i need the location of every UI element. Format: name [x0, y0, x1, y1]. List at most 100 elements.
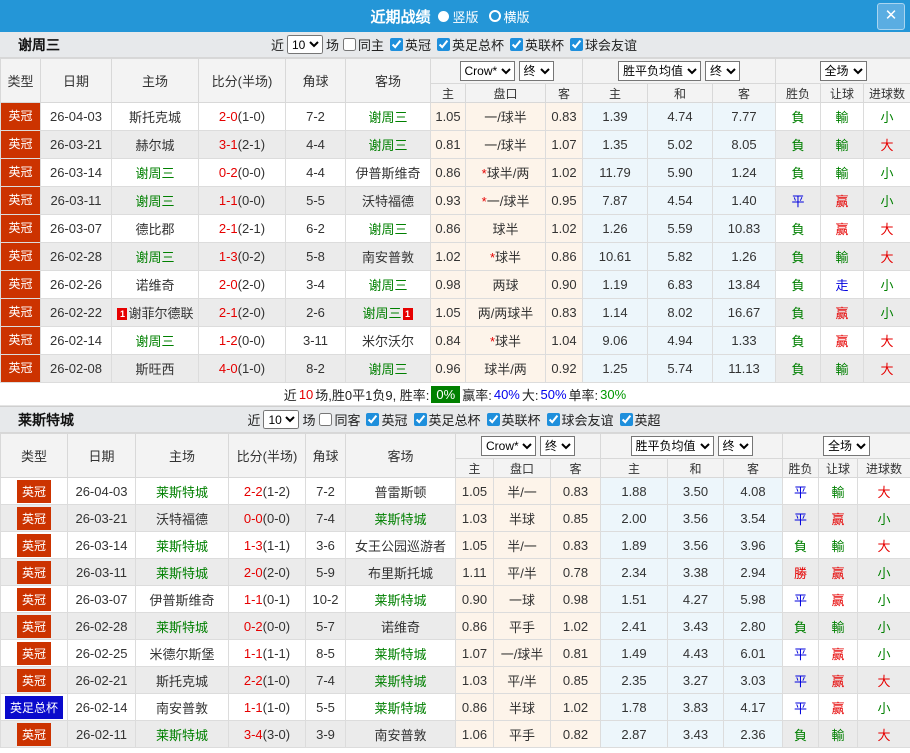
home-odds-cell: 0.86: [455, 612, 494, 640]
league-checkbox[interactable]: [546, 413, 560, 426]
away-team-cell: 谢周三: [345, 214, 431, 243]
league-checkbox[interactable]: [510, 38, 524, 51]
layout-radio-vertical[interactable]: 竖版: [438, 7, 479, 26]
league-checkbox[interactable]: [413, 413, 427, 426]
date-cell: 26-02-14: [40, 326, 112, 355]
date-cell: 26-03-21: [40, 130, 112, 159]
handicap-result-cell: 輸: [820, 158, 865, 187]
away-team-cell: 谢周三 1: [345, 298, 431, 327]
home-odds-cell: 1.05: [455, 477, 494, 505]
away-team-name: 谢周三: [368, 278, 408, 293]
halftime-score: (0-0): [237, 333, 266, 348]
league-checkbox[interactable]: [437, 38, 450, 51]
score-cell: 3-1(2-1): [198, 130, 286, 159]
match-count-select[interactable]: 10: [263, 410, 300, 429]
away-team-cell: 沃特福德: [345, 186, 431, 215]
handicap-text: 球半: [492, 222, 519, 237]
col-header-corner: 角球: [285, 58, 346, 103]
near-label: 近: [247, 413, 261, 428]
mean-select[interactable]: 胜平负均值: [618, 61, 701, 81]
league-filters: 英冠 英足总杯 英联杯 球会友谊: [386, 35, 639, 54]
handicap-cell: 半球: [493, 504, 551, 532]
away-team-name: 莱斯特城: [374, 700, 427, 716]
match-row: 英冠 26-03-11 谢周三 1-1(0-0) 5-5 沃特福德 0.93 *一/球半 0.9…: [0, 186, 910, 215]
handicap-cell: *一/球半: [465, 186, 546, 215]
league-checkbox[interactable]: [366, 413, 380, 426]
home-team-name: 谢周三: [135, 334, 175, 349]
league-filter-label: 英冠: [404, 38, 431, 53]
league-cell: 英冠: [0, 477, 68, 505]
score-cell: 2-0(2-0): [198, 270, 286, 299]
radio-selected-icon: [438, 10, 450, 22]
away-odds-cell: 0.85: [550, 666, 601, 694]
corners-cell: 8-2: [285, 354, 346, 383]
handicap-text: 一/球半: [484, 110, 527, 125]
mean-select-group: 胜平负均值终: [599, 433, 784, 459]
halftime-score: (2-0): [237, 277, 266, 292]
league-checkbox[interactable]: [486, 413, 500, 426]
score-cell: 1-1(1-0): [228, 693, 306, 721]
league-checkbox[interactable]: [570, 38, 584, 51]
result-cell: 負: [775, 130, 822, 159]
halftime-score: (0-1): [262, 591, 291, 607]
date-cell: 26-03-11: [67, 558, 136, 586]
home-team-cell: 谢周三: [111, 186, 199, 215]
home-team-cell: 谢周三: [111, 242, 199, 271]
window-title: 近期战绩: [370, 8, 431, 26]
close-icon[interactable]: ✕: [877, 3, 905, 30]
same-venue-label: 同客: [334, 413, 361, 428]
odds-final-select[interactable]: 终: [518, 61, 554, 81]
handicap-cell: 平手: [493, 720, 551, 748]
odds-company-select[interactable]: Crow*: [481, 436, 536, 456]
same-venue-filter: 同主: [339, 35, 384, 54]
home-team-cell: 莱斯特城: [135, 558, 229, 586]
mean-draw-cell: 5.82: [647, 242, 713, 271]
odds-final-select[interactable]: 终: [540, 436, 575, 456]
odds-company-select[interactable]: Crow*: [459, 61, 515, 81]
goals-result-cell: 大: [863, 354, 910, 383]
result-cell: 負: [775, 298, 822, 327]
summary-part: 近: [283, 387, 297, 403]
subcol-header: 胜负: [775, 83, 822, 103]
match-row: 英冠 26-03-14 莱斯特城 1-3(1-1) 3-6 女王公园巡游者 1.05 半/一 0…: [0, 531, 910, 559]
home-team-cell: 伊普斯维奇: [135, 585, 229, 613]
mean-final-select[interactable]: 终: [717, 436, 753, 456]
mean-final-select[interactable]: 终: [705, 61, 740, 81]
league-checkbox[interactable]: [389, 38, 403, 51]
mean-select[interactable]: 胜平负均值: [630, 436, 714, 456]
goals-result-cell: 小: [863, 102, 910, 131]
same-venue-checkbox[interactable]: [342, 38, 356, 51]
fulltime-score: 2-0: [218, 277, 238, 292]
same-venue-checkbox[interactable]: [319, 413, 333, 426]
handicap-text: 一球: [508, 592, 535, 608]
scope-select[interactable]: 全场: [819, 61, 867, 81]
summary-part: 赢率:: [462, 387, 492, 403]
away-team-cell: 谢周三: [345, 270, 431, 299]
home-odds-cell: 0.96: [430, 354, 466, 383]
col-header-score: 比分(半场): [198, 58, 286, 103]
handicap-text: 两球: [492, 278, 519, 293]
corners-cell: 5-9: [305, 558, 346, 586]
goals-result-cell: 小: [863, 186, 910, 215]
mean-home-cell: 1.88: [600, 477, 668, 505]
date-cell: 26-02-21: [67, 666, 136, 694]
handicap-result-cell: 輸: [820, 242, 865, 271]
corners-cell: 10-2: [305, 585, 346, 613]
handicap-result-cell: 赢: [818, 666, 859, 694]
corners-cell: 3-4: [285, 270, 346, 299]
handicap-text: 半球: [508, 700, 535, 716]
mean-away-cell: 10.83: [711, 214, 777, 243]
layout-radio-horizontal[interactable]: 横版: [488, 7, 530, 26]
home-odds-cell: 0.86: [430, 214, 466, 243]
handicap-cell: *球半: [465, 242, 546, 271]
col-header-date: 日期: [40, 58, 112, 103]
score-cell: 0-2(0-0): [228, 612, 306, 640]
league-checkbox[interactable]: [619, 413, 633, 426]
scope-select[interactable]: 全场: [823, 436, 871, 456]
corners-cell: 5-8: [285, 242, 346, 271]
halftime-score: (0-0): [262, 618, 291, 634]
league-cell: 英冠: [0, 186, 41, 215]
match-count-select[interactable]: 10: [286, 35, 323, 54]
league-badge: 英冠: [16, 506, 51, 530]
mean-draw-cell: 6.83: [647, 270, 713, 299]
